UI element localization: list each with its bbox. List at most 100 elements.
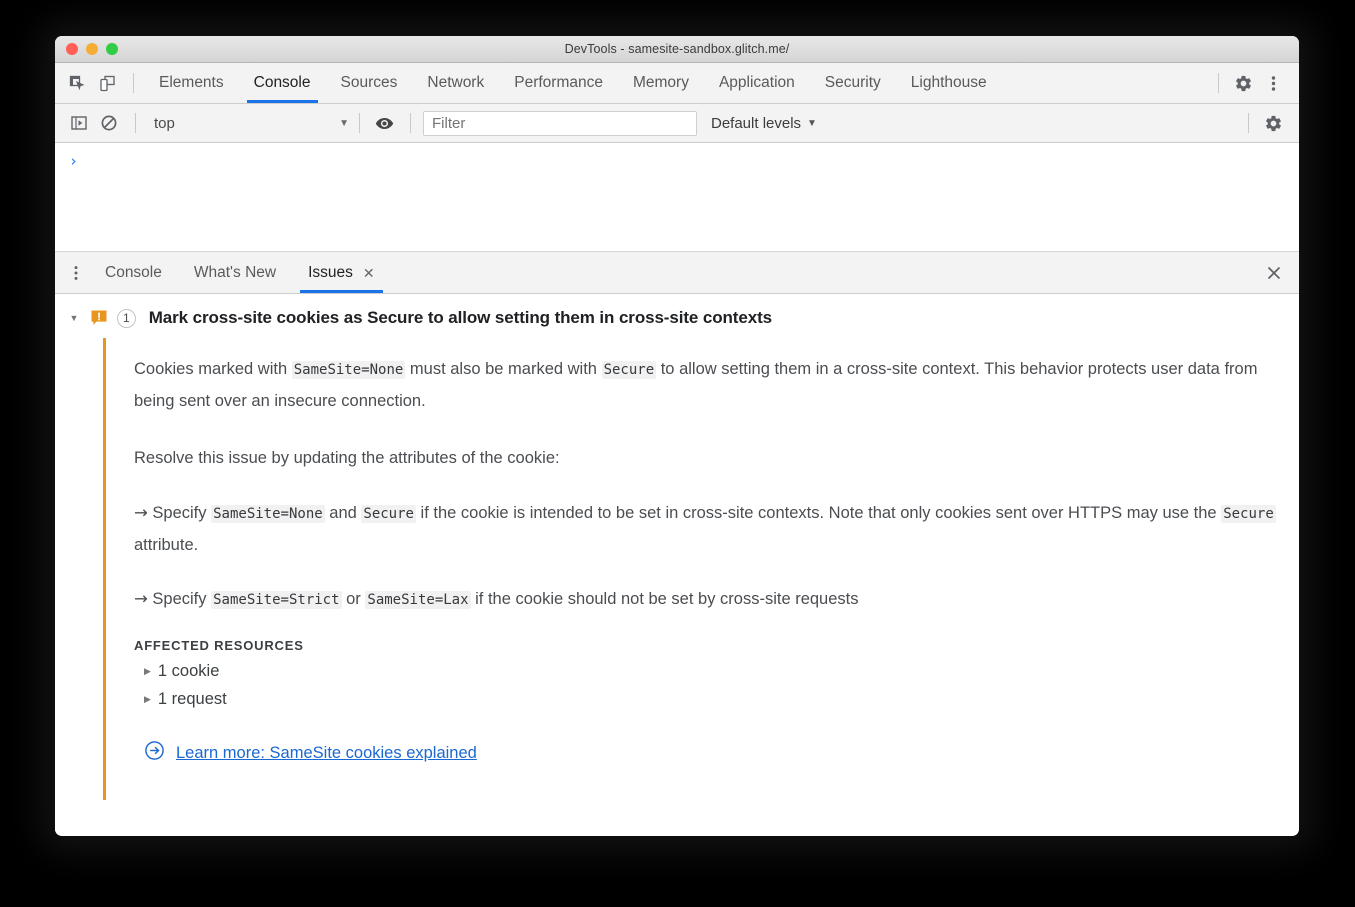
drawer-tab-console-label: Console bbox=[105, 263, 162, 281]
drawer-tab-console[interactable]: Console bbox=[89, 252, 178, 293]
tab-console-label: Console bbox=[253, 74, 311, 91]
b1-code3: Secure bbox=[1221, 505, 1276, 523]
drawer-tabbar: Console What's New Issues ✕ bbox=[55, 252, 1299, 294]
issue-header-row[interactable]: ▼ 1 Mark cross-site cookies as Secure to… bbox=[55, 294, 1299, 328]
tab-lighthouse[interactable]: Lighthouse bbox=[896, 63, 1002, 103]
p1-code1: SameSite=None bbox=[291, 361, 406, 379]
eye-icon[interactable] bbox=[370, 109, 398, 137]
minimize-window-button[interactable] bbox=[86, 43, 98, 55]
tab-application[interactable]: Application bbox=[704, 63, 810, 103]
b1-part2: and bbox=[324, 504, 362, 522]
b1-code1: SameSite=None bbox=[211, 505, 325, 523]
console-settings-gear-icon[interactable] bbox=[1259, 109, 1287, 137]
more-options-icon[interactable] bbox=[1259, 69, 1287, 97]
b2-code1: SameSite=Strict bbox=[211, 591, 342, 609]
console-toolbar: top ▼ Default levels ▼ bbox=[55, 104, 1299, 143]
main-toolbar-right bbox=[1208, 69, 1299, 97]
tab-security-label: Security bbox=[824, 74, 881, 91]
log-levels-selector[interactable]: Default levels ▼ bbox=[711, 115, 817, 132]
inspect-element-icon[interactable] bbox=[63, 69, 91, 97]
toolbar-divider bbox=[133, 73, 134, 93]
b2-part2: or bbox=[341, 590, 366, 608]
drawer-more-options-icon[interactable] bbox=[63, 252, 89, 293]
console-prompt-icon: › bbox=[69, 152, 79, 170]
tab-application-label: Application bbox=[718, 74, 795, 91]
tab-elements[interactable]: Elements bbox=[144, 63, 239, 103]
affected-resource-cookie-label: 1 cookie bbox=[157, 662, 220, 680]
console-toolbar-divider-2 bbox=[359, 113, 360, 133]
learn-more-row[interactable]: Learn more: SameSite cookies explained bbox=[134, 740, 1299, 766]
close-issues-tab-icon[interactable]: ✕ bbox=[363, 266, 375, 280]
affected-resources-label: AFFECTED RESOURCES bbox=[134, 638, 304, 653]
b1-part3: if the cookie is intended to be set in c… bbox=[415, 504, 1222, 522]
window-title: DevTools - samesite-sandbox.glitch.me/ bbox=[564, 42, 790, 56]
issues-panel: ▼ 1 Mark cross-site cookies as Secure to… bbox=[55, 294, 1299, 835]
tab-performance[interactable]: Performance bbox=[499, 63, 618, 103]
disclosure-triangle-icon-request[interactable]: ▶ bbox=[144, 695, 151, 704]
console-output-area[interactable]: › bbox=[55, 143, 1299, 252]
drawer-tab-issues[interactable]: Issues ✕ bbox=[292, 252, 391, 293]
tab-memory[interactable]: Memory bbox=[618, 63, 704, 103]
drawer-tab-whats-new-label: What's New bbox=[193, 263, 277, 281]
drawer-tab-issues-label: Issues bbox=[308, 263, 353, 281]
window-controls bbox=[66, 43, 118, 55]
b2-part3: if the cookie should not be set by cross… bbox=[470, 590, 859, 608]
tab-sources-label: Sources bbox=[340, 74, 398, 91]
circle-arrow-right-icon bbox=[144, 740, 165, 766]
warning-icon bbox=[90, 309, 108, 327]
issue-body: Cookies marked with SameSite=None must a… bbox=[103, 338, 1299, 800]
tab-sources[interactable]: Sources bbox=[326, 63, 413, 103]
affected-resource-request[interactable]: ▶ 1 request bbox=[134, 690, 1299, 709]
tab-network-label: Network bbox=[427, 74, 485, 91]
clear-console-icon[interactable] bbox=[95, 109, 123, 137]
window-titlebar: DevTools - samesite-sandbox.glitch.me/ bbox=[55, 36, 1299, 63]
drawer-tab-whats-new[interactable]: What's New bbox=[178, 252, 292, 293]
affected-resource-request-label: 1 request bbox=[157, 690, 227, 708]
gear-icon[interactable] bbox=[1229, 69, 1257, 97]
main-toolbar: Elements Console Sources Network Perform… bbox=[55, 63, 1299, 104]
tab-memory-label: Memory bbox=[632, 74, 689, 91]
panel-tab-list: Elements Console Sources Network Perform… bbox=[144, 63, 1002, 103]
drawer-close-button[interactable] bbox=[1266, 252, 1299, 293]
arrow-right-icon-1: → bbox=[134, 503, 148, 522]
log-levels-label: Default levels bbox=[711, 114, 802, 132]
learn-more-link[interactable]: Learn more: SameSite cookies explained bbox=[176, 744, 477, 763]
tab-console[interactable]: Console bbox=[239, 63, 326, 103]
issue-paragraph-2: Resolve this issue by updating the attri… bbox=[134, 449, 560, 467]
affected-resource-cookie[interactable]: ▶ 1 cookie bbox=[134, 662, 1299, 681]
issue-title: Mark cross-site cookies as Secure to all… bbox=[148, 308, 772, 327]
close-window-button[interactable] bbox=[66, 43, 78, 55]
b2-part1: Specify bbox=[147, 590, 212, 608]
devtools-window: DevTools - samesite-sandbox.glitch.me/ E… bbox=[55, 36, 1299, 836]
execution-context-selector[interactable]: top ▼ bbox=[146, 115, 349, 132]
b2-code2: SameSite=Lax bbox=[365, 591, 471, 609]
device-toolbar-icon[interactable] bbox=[93, 69, 121, 97]
tab-security[interactable]: Security bbox=[810, 63, 896, 103]
p1-part2: must also be marked with bbox=[405, 360, 602, 378]
tab-lighthouse-label: Lighthouse bbox=[910, 74, 987, 91]
b1-part4: attribute. bbox=[134, 536, 199, 554]
p1-part1: Cookies marked with bbox=[134, 360, 292, 378]
zoom-window-button[interactable] bbox=[106, 43, 118, 55]
issue-disclosure-triangle-icon[interactable]: ▼ bbox=[67, 311, 81, 325]
p1-code2: Secure bbox=[601, 361, 657, 379]
console-toolbar-divider-4 bbox=[1248, 113, 1249, 133]
issue-bullet-2: → Specify SameSite=Strict or SameSite=La… bbox=[134, 583, 1284, 616]
b1-code2: Secure bbox=[361, 505, 416, 523]
console-toolbar-divider-3 bbox=[410, 113, 411, 133]
tab-network[interactable]: Network bbox=[412, 63, 499, 103]
issue-paragraph-1: Cookies marked with SameSite=None must a… bbox=[134, 354, 1284, 417]
console-toolbar-divider-1 bbox=[135, 113, 136, 133]
filter-input[interactable] bbox=[423, 110, 697, 136]
chevron-down-icon: ▼ bbox=[339, 117, 349, 129]
execution-context-value: top bbox=[154, 114, 175, 132]
sidebar-toggle-icon[interactable] bbox=[65, 109, 93, 137]
toolbar-divider-right bbox=[1218, 73, 1219, 93]
tab-elements-label: Elements bbox=[159, 74, 224, 91]
disclosure-triangle-icon-cookie[interactable]: ▶ bbox=[144, 667, 151, 676]
console-toolbar-right bbox=[1238, 109, 1299, 137]
chevron-down-icon-levels: ▼ bbox=[807, 117, 817, 129]
arrow-right-icon-2: → bbox=[134, 589, 148, 608]
issue-bullet-1: → Specify SameSite=None and Secure if th… bbox=[134, 497, 1284, 561]
tab-performance-label: Performance bbox=[514, 74, 603, 91]
